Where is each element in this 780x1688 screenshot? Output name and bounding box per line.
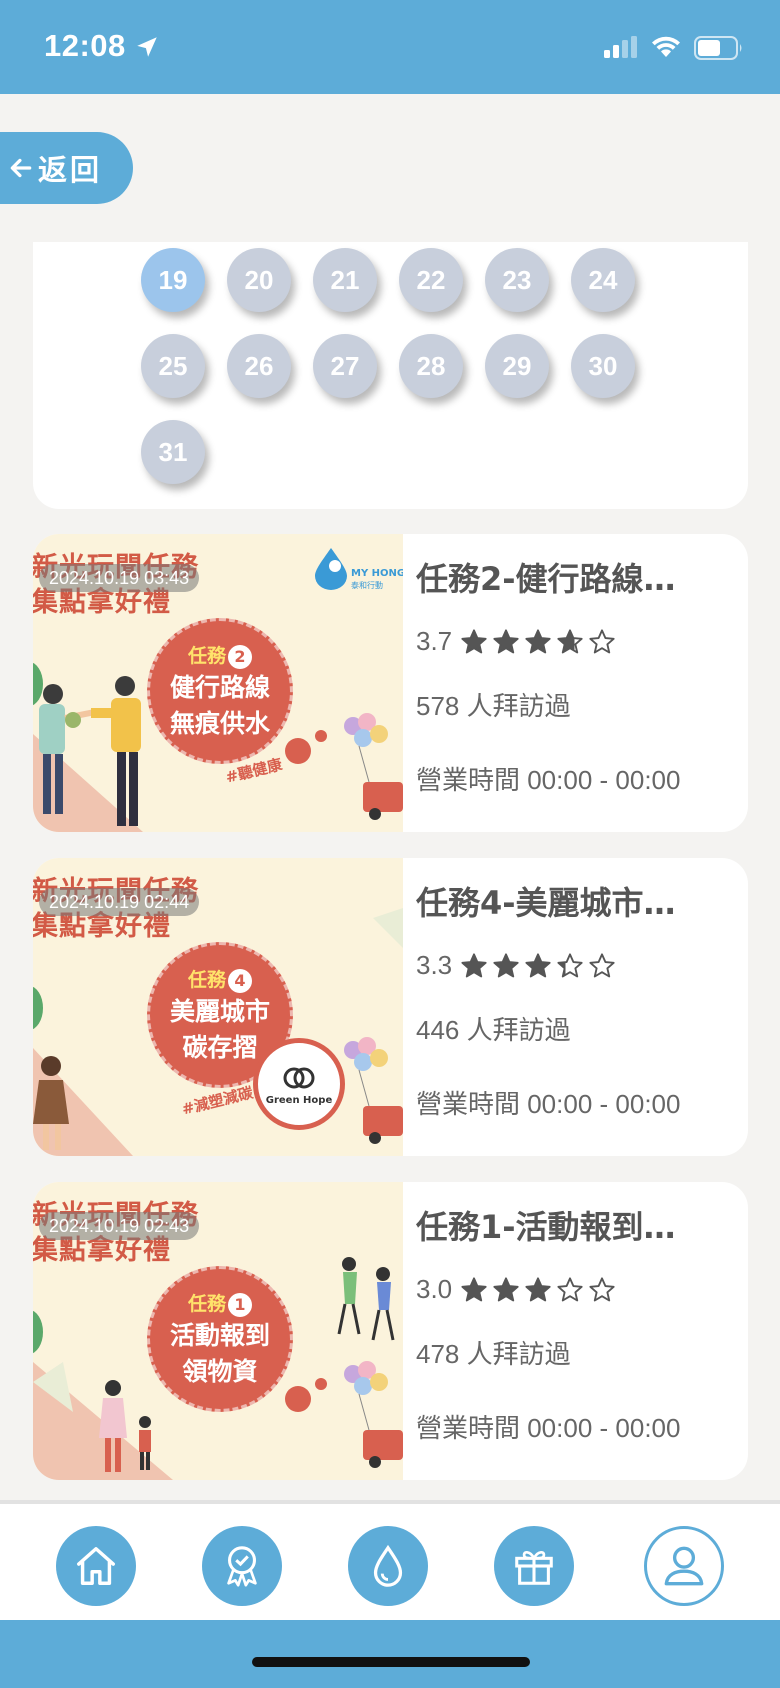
star-icon <box>589 952 615 977</box>
badge-icon <box>227 1546 257 1587</box>
star-icon <box>493 628 519 653</box>
business-hours: 營業時間 00:00 - 00:00 <box>416 765 681 795</box>
star-icon <box>461 628 487 653</box>
people-illustration <box>39 676 141 826</box>
day-30[interactable]: 30 <box>571 334 635 398</box>
star-icon <box>525 628 551 653</box>
task-poster-image: 新光玩聞任務集點拿好禮 2024.10.19 03:43 MY HONG TE … <box>33 534 403 832</box>
status-time: 12:08 <box>44 28 126 63</box>
bottom-safe-area <box>0 1620 780 1688</box>
day-27[interactable]: 27 <box>313 334 377 398</box>
day-28[interactable]: 28 <box>399 334 463 398</box>
gift-icon <box>515 1551 553 1585</box>
task-title[interactable]: 任務2-健行路線… <box>416 554 706 600</box>
star-icon <box>557 628 583 653</box>
star-icon <box>461 1276 487 1301</box>
tab-home[interactable] <box>56 1526 136 1606</box>
day-19[interactable]: 19 <box>141 248 205 312</box>
battery-icon <box>694 36 742 60</box>
tab-profile[interactable] <box>644 1526 724 1606</box>
task-timestamp: 2024.10.19 02:44 <box>39 888 200 916</box>
rating-row: 3.7 <box>416 626 616 657</box>
bottom-tab-bar <box>0 1500 780 1620</box>
day-23[interactable]: 23 <box>485 248 549 312</box>
day-26[interactable]: 26 <box>227 334 291 398</box>
rating-row: 3.0 <box>416 1274 616 1305</box>
calendar-day-picker: 19 20 21 22 23 24 25 26 27 28 29 30 31 <box>33 242 748 509</box>
rating-value: 3.0 <box>416 1274 453 1304</box>
dancers-illustration <box>337 1257 395 1341</box>
task-title[interactable]: 任務1-活動報到… <box>416 1202 706 1248</box>
home-icon <box>77 1547 115 1585</box>
tab-badge[interactable] <box>202 1526 282 1606</box>
balloon-truck-illustration <box>344 1361 403 1468</box>
task-card[interactable]: 新光玩聞任務集點拿好禮 2024.10.19 03:43 MY HONG TE … <box>33 534 748 832</box>
star-icon <box>525 952 551 977</box>
task-poster-image: 新光玩聞任務集點拿好禮 2024.10.19 02:43 任務1 活動報到 領物… <box>33 1182 403 1480</box>
day-31[interactable]: 31 <box>141 420 205 484</box>
cellular-signal-icon <box>604 36 637 58</box>
poster-task-circle: 任務 2 健行路線 無痕供水 <box>147 618 293 764</box>
task-poster-image: 新光玩聞任務集點拿好禮 2024.10.19 02:44 任務4 美麗城市 碳存… <box>33 858 403 1156</box>
rating-row: 3.3 <box>416 950 616 981</box>
task-card[interactable]: 新光玩聞任務集點拿好禮 2024.10.19 02:43 任務1 活動報到 領物… <box>33 1182 748 1480</box>
day-29[interactable]: 29 <box>485 334 549 398</box>
day-21[interactable]: 21 <box>313 248 377 312</box>
location-arrow-icon <box>137 37 157 57</box>
arrow-left-icon <box>10 158 32 178</box>
home-indicator[interactable] <box>252 1657 530 1667</box>
star-icon <box>557 952 583 977</box>
water-drop-icon <box>373 1544 403 1587</box>
star-rating <box>460 952 616 980</box>
star-icon <box>589 628 615 653</box>
task-info: 任務2-健行路線… 3.7 578 人拜訪過 營業時間 00:00 - 00:0… <box>416 534 741 832</box>
task-title[interactable]: 任務4-美麗城市… <box>416 878 706 924</box>
day-24[interactable]: 24 <box>571 248 635 312</box>
visit-count: 478 人拜訪過 <box>416 1339 571 1369</box>
tab-gift[interactable] <box>494 1526 574 1606</box>
star-icon <box>461 952 487 977</box>
green-hope-logo-icon <box>283 1067 315 1088</box>
star-icon <box>525 1276 551 1301</box>
task-timestamp: 2024.10.19 03:43 <box>39 564 200 592</box>
star-icon <box>557 1276 583 1301</box>
tab-water[interactable] <box>348 1526 428 1606</box>
business-hours: 營業時間 00:00 - 00:00 <box>416 1413 681 1443</box>
day-25[interactable]: 25 <box>141 334 205 398</box>
star-rating <box>460 628 616 656</box>
day-20[interactable]: 20 <box>227 248 291 312</box>
rating-value: 3.7 <box>416 626 453 656</box>
balloon-truck-illustration <box>344 1037 403 1144</box>
poster-task-circle: 任務 1 活動報到 領物資 <box>147 1266 293 1412</box>
star-icon <box>493 1276 519 1301</box>
profile-icon <box>664 1546 704 1586</box>
task-card[interactable]: 新光玩聞任務集點拿好禮 2024.10.19 02:44 任務4 美麗城市 碳存… <box>33 858 748 1156</box>
business-hours: 營業時間 00:00 - 00:00 <box>416 1089 681 1119</box>
rating-value: 3.3 <box>416 950 453 980</box>
star-icon <box>493 952 519 977</box>
status-bar: 12:08 <box>0 0 780 94</box>
star-rating <box>460 1276 616 1304</box>
star-icon <box>589 1276 615 1301</box>
task-timestamp: 2024.10.19 02:43 <box>39 1212 200 1240</box>
day-22[interactable]: 22 <box>399 248 463 312</box>
green-hope-badge: Green Hope <box>253 1038 345 1130</box>
back-button-label: 返回 <box>38 153 103 187</box>
balloon-truck-illustration <box>344 713 403 820</box>
person-illustration <box>33 1056 69 1150</box>
visit-count: 578 人拜訪過 <box>416 691 571 721</box>
task-info: 任務4-美麗城市… 3.3 446 人拜訪過 營業時間 00:00 - 00:0… <box>416 858 741 1156</box>
water-drop-logo-icon <box>315 548 347 590</box>
parent-child-illustration <box>99 1380 151 1472</box>
back-button[interactable]: 返回 <box>0 132 133 204</box>
visit-count: 446 人拜訪過 <box>416 1015 571 1045</box>
task-info: 任務1-活動報到… 3.0 478 人拜訪過 營業時間 00:00 - 00:0… <box>416 1182 741 1480</box>
poster-brand-logo: MY HONG TE 泰和行動 <box>313 546 403 596</box>
wifi-icon <box>652 36 680 57</box>
